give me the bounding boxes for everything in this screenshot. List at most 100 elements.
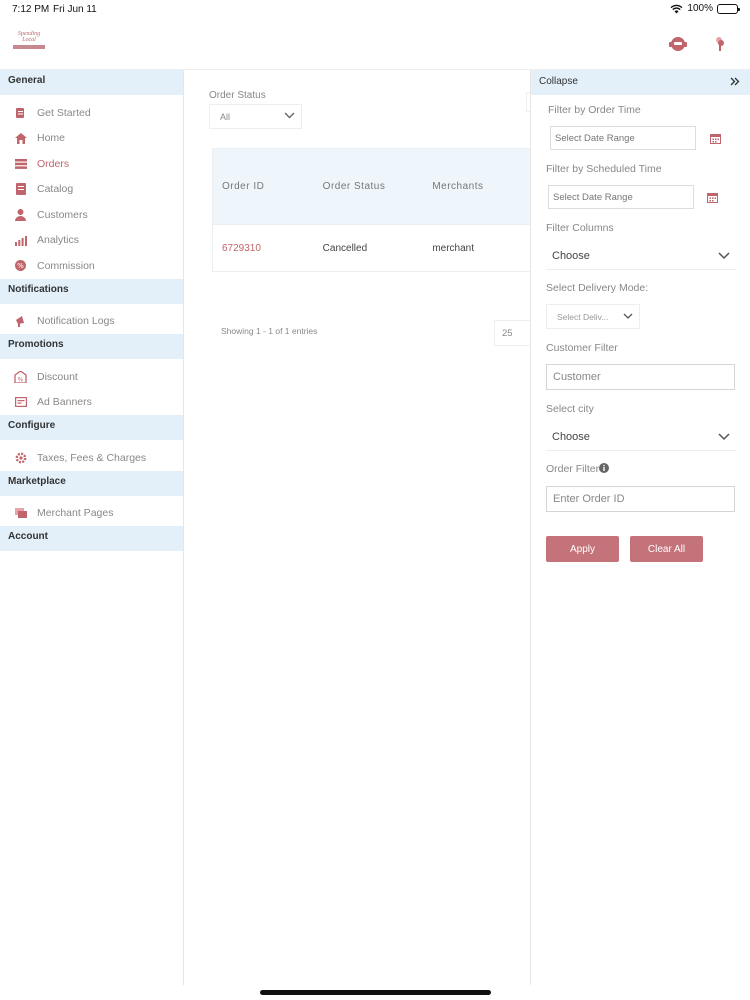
- orders-table: Order ID Order Status Merchants 6729310 …: [212, 148, 530, 272]
- sidebar-item-merchant-pages[interactable]: Merchant Pages: [0, 501, 183, 527]
- filter-panel: Collapse Filter by Order Time Select Dat…: [530, 70, 750, 985]
- wifi-icon: [670, 4, 683, 13]
- table-row[interactable]: 6729310 Cancelled merchant: [213, 224, 530, 272]
- orders-main: Order Status All Order ID Order Status M…: [184, 70, 530, 985]
- sidebar-item-label: Orders: [37, 157, 70, 170]
- sidebar-item-label: Catalog: [37, 183, 74, 196]
- sidebar-item-get-started[interactable]: Get Started: [0, 100, 183, 126]
- sidebar-item-notification-logs[interactable]: Notification Logs: [0, 309, 183, 335]
- city-label: Select city: [546, 403, 594, 415]
- support-chat-icon[interactable]: [668, 34, 688, 54]
- svg-text:%: %: [18, 376, 24, 383]
- delivery-mode-label: Select Delivery Mode:: [546, 282, 649, 294]
- notification-icon[interactable]: [710, 34, 730, 54]
- pages-icon: [14, 507, 27, 520]
- filter-columns-select[interactable]: Choose: [546, 244, 736, 270]
- customer-filter-label: Customer Filter: [546, 342, 618, 354]
- city-value: Choose: [552, 431, 590, 443]
- sidebar-item-label: Discount: [37, 370, 78, 383]
- sidebar-item-discount[interactable]: % Discount: [0, 364, 183, 390]
- battery-icon: [717, 3, 740, 14]
- column-header-order-id[interactable]: Order ID: [213, 181, 323, 192]
- sidebar-item-label: Customers: [37, 208, 88, 221]
- sidebar-section-promotions: Promotions: [0, 334, 183, 359]
- filter-columns-value: Choose: [552, 250, 590, 262]
- sidebar-item-analytics[interactable]: Analytics: [0, 228, 183, 254]
- clear-all-button[interactable]: Clear All: [630, 536, 703, 562]
- customer-icon: [14, 208, 27, 221]
- catalog-icon: [14, 183, 27, 196]
- megaphone-icon: [14, 315, 27, 328]
- info-icon[interactable]: [599, 463, 610, 476]
- sidebar-section-notifications: Notifications: [0, 278, 183, 304]
- chevron-down-icon: [623, 312, 633, 322]
- clipboard-icon: [14, 106, 27, 119]
- sidebar-item-label: Get Started: [37, 106, 91, 119]
- order-id-input[interactable]: Enter Order ID: [546, 486, 735, 512]
- sidebar-section-general: General: [0, 70, 183, 95]
- sidebar-section-configure: Configure: [0, 415, 183, 440]
- order-time-input[interactable]: Select Date Range: [550, 126, 696, 150]
- collapse-bar[interactable]: Collapse: [531, 70, 750, 95]
- discount-icon: %: [14, 370, 27, 383]
- page-size-select[interactable]: 25: [494, 320, 530, 346]
- status-bar: 7:12 PM Fri Jun 11 100%: [0, 0, 750, 20]
- sidebar-item-taxes[interactable]: Taxes, Fees & Charges: [0, 445, 183, 471]
- sidebar-item-label: Commission: [37, 259, 95, 272]
- sidebar-section-marketplace: Marketplace: [0, 470, 183, 496]
- double-chevron-right-icon[interactable]: [730, 75, 740, 89]
- sidebar-item-label: Ad Banners: [37, 396, 92, 409]
- order-filter-label: Order Filter: [546, 463, 600, 475]
- home-icon: [14, 132, 27, 145]
- sidebar-item-label: Taxes, Fees & Charges: [37, 451, 147, 464]
- sidebar: General Get Started Home Orders Catalog …: [0, 70, 184, 985]
- column-header-merchants[interactable]: Merchants: [432, 181, 530, 192]
- app-header: Spending Local: [0, 20, 750, 70]
- order-status-select[interactable]: All: [209, 104, 302, 129]
- entries-info: Showing 1 - 1 of 1 entries: [221, 326, 318, 336]
- sidebar-item-label: Merchant Pages: [37, 507, 114, 520]
- scheduled-time-label: Filter by Scheduled Time: [546, 163, 662, 175]
- customer-input[interactable]: Customer: [546, 364, 735, 390]
- merchant-cell: merchant: [432, 243, 474, 254]
- table-header: Order ID Order Status Merchants: [213, 149, 530, 224]
- chevron-down-icon: [284, 111, 295, 121]
- filter-columns-label: Filter Columns: [546, 222, 614, 234]
- orders-icon: [14, 157, 27, 170]
- banner-icon: [14, 396, 27, 409]
- sidebar-section-account[interactable]: Account: [0, 526, 183, 551]
- scheduled-time-input[interactable]: Select Date Range: [548, 185, 694, 209]
- city-select[interactable]: Choose: [546, 425, 736, 451]
- gear-icon: [14, 451, 27, 464]
- collapse-label: Collapse: [539, 76, 578, 87]
- apply-button[interactable]: Apply: [546, 536, 619, 562]
- order-time-label: Filter by Order Time: [548, 104, 641, 116]
- calendar-icon[interactable]: [698, 126, 732, 150]
- order-status-value: All: [220, 112, 231, 122]
- calendar-icon[interactable]: [695, 185, 729, 209]
- column-header-order-status[interactable]: Order Status: [323, 181, 433, 192]
- order-id-link[interactable]: 6729310: [213, 243, 323, 254]
- logo-text: Spending Local: [17, 31, 41, 43]
- sidebar-item-label: Home: [37, 132, 66, 145]
- delivery-mode-value: Select Deliv...: [557, 312, 609, 322]
- home-indicator[interactable]: [260, 990, 491, 995]
- status-time: 7:12 PM: [12, 4, 50, 15]
- sidebar-item-catalog[interactable]: Catalog: [0, 177, 183, 203]
- sidebar-item-home[interactable]: Home: [0, 126, 183, 152]
- chevron-down-icon: [718, 432, 730, 444]
- commission-icon: %: [14, 259, 27, 272]
- chevron-down-icon: [718, 251, 730, 263]
- sidebar-item-customers[interactable]: Customers: [0, 202, 183, 228]
- order-filter-label-row: Order Filter: [546, 463, 610, 476]
- sidebar-item-orders[interactable]: Orders: [0, 151, 183, 177]
- status-right: 100%: [670, 3, 740, 14]
- analytics-icon: [14, 234, 27, 247]
- sidebar-item-label: Analytics: [37, 234, 80, 247]
- sidebar-item-ad-banners[interactable]: Ad Banners: [0, 390, 183, 416]
- order-status-cell: Cancelled: [322, 243, 368, 254]
- app-logo[interactable]: Spending Local: [13, 31, 45, 55]
- sidebar-item-label: Notification Logs: [37, 315, 115, 328]
- sidebar-item-commission[interactable]: % Commission: [0, 253, 183, 279]
- delivery-mode-select[interactable]: Select Deliv...: [546, 304, 640, 329]
